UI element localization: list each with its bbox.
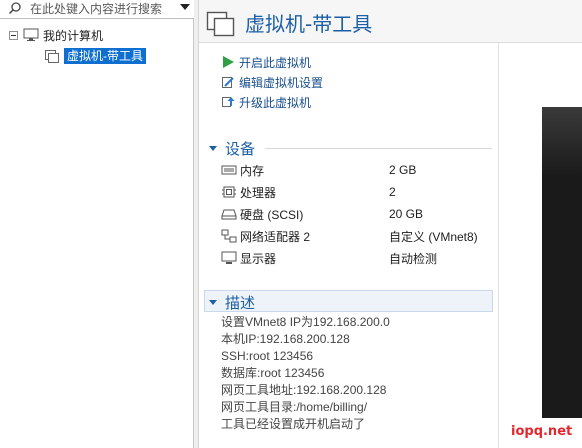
section-title: 描述	[225, 294, 256, 312]
divider	[265, 148, 493, 149]
device-value: 自动检测	[389, 251, 438, 266]
search-bar	[0, 0, 194, 19]
section-title: 设备	[225, 140, 256, 158]
search-icon	[8, 2, 21, 15]
upgrade-icon	[222, 97, 235, 107]
vm-actions: 开启此虚拟机 编辑虚拟机设置 升级此虚拟机	[221, 52, 323, 112]
upgrade-button[interactable]: 升级此虚拟机	[221, 92, 323, 112]
device-value: 2 GB	[389, 163, 417, 177]
vm-screen-thumbnail[interactable]	[542, 107, 582, 418]
harddisk-icon	[221, 209, 237, 220]
collapse-arrow-icon[interactable]	[209, 300, 217, 305]
device-row-cpu[interactable]: 处理器 2	[221, 182, 491, 202]
cpu-icon	[222, 186, 236, 198]
device-row-memory[interactable]: 内存 2 GB	[221, 160, 491, 180]
device-name: 显示器	[240, 251, 277, 266]
tree-item-label: 虚拟机-带工具	[64, 48, 146, 64]
search-input[interactable]	[30, 1, 170, 16]
devices-section-header[interactable]: 设备	[205, 138, 493, 159]
description-section-header[interactable]: 描述	[205, 292, 255, 313]
search-dropdown-icon[interactable]	[180, 4, 190, 10]
monitor-icon	[221, 251, 237, 264]
column-divider	[498, 43, 499, 448]
vm-icon	[45, 50, 59, 63]
power-on-button[interactable]: 开启此虚拟机	[221, 52, 323, 72]
description-line: 数据库:root 123456	[221, 366, 325, 380]
play-icon	[223, 56, 234, 68]
device-name: 处理器	[240, 185, 277, 200]
tree-item-my-computer[interactable]: 我的计算机	[9, 26, 103, 44]
edit-settings-icon	[222, 77, 234, 88]
collapse-arrow-icon[interactable]	[209, 146, 217, 151]
description-line: 工具已经设置成开机启动了	[221, 417, 366, 431]
vm-tab-header: 虚拟机-带工具	[199, 0, 582, 43]
page-title: 虚拟机-带工具	[245, 12, 373, 36]
vm-icon	[206, 11, 235, 37]
description-text[interactable]: 设置VMnet8 IP为192.168.200.0 本机IP:192.168.2…	[221, 314, 390, 433]
device-row-monitor[interactable]: 显示器 自动检测	[221, 248, 491, 268]
device-value: 自定义 (VMnet8)	[389, 229, 478, 244]
device-row-network[interactable]: 网络适配器 2 自定义 (VMnet8)	[221, 226, 491, 246]
action-label: 开启此虚拟机	[239, 55, 312, 70]
edit-settings-button[interactable]: 编辑虚拟机设置	[221, 72, 323, 92]
tree-item-label: 我的计算机	[43, 28, 104, 43]
device-value: 20 GB	[389, 207, 424, 221]
device-row-harddisk[interactable]: 硬盘 (SCSI) 20 GB	[221, 204, 491, 224]
watermark: iopq.net	[511, 424, 573, 439]
tree-item-vm[interactable]: 虚拟机-带工具	[44, 47, 146, 65]
description-line: 网页工具目录:/home/billing/	[221, 400, 368, 414]
computer-icon	[23, 28, 39, 41]
vm-summary-pane: 虚拟机-带工具 开启此虚拟机 编辑虚拟机设置 升级此虚拟机 设备 内存 2 GB…	[199, 0, 582, 448]
device-name: 内存	[240, 163, 265, 178]
device-name: 硬盘 (SCSI)	[240, 207, 304, 222]
device-value: 2	[389, 185, 396, 199]
description-line: 本机IP:192.168.200.128	[221, 332, 350, 346]
library-pane: 我的计算机 虚拟机-带工具	[0, 0, 194, 448]
action-label: 编辑虚拟机设置	[239, 75, 324, 90]
network-icon	[221, 229, 237, 243]
description-line: SSH:root 123456	[221, 349, 314, 363]
description-line: 设置VMnet8 IP为192.168.200.0	[221, 315, 390, 329]
description-line: 网页工具地址:192.168.200.128	[221, 383, 387, 397]
device-name: 网络适配器 2	[240, 229, 311, 244]
collapse-icon[interactable]	[9, 30, 18, 40]
memory-icon	[221, 165, 237, 175]
action-label: 升级此虚拟机	[239, 95, 312, 110]
